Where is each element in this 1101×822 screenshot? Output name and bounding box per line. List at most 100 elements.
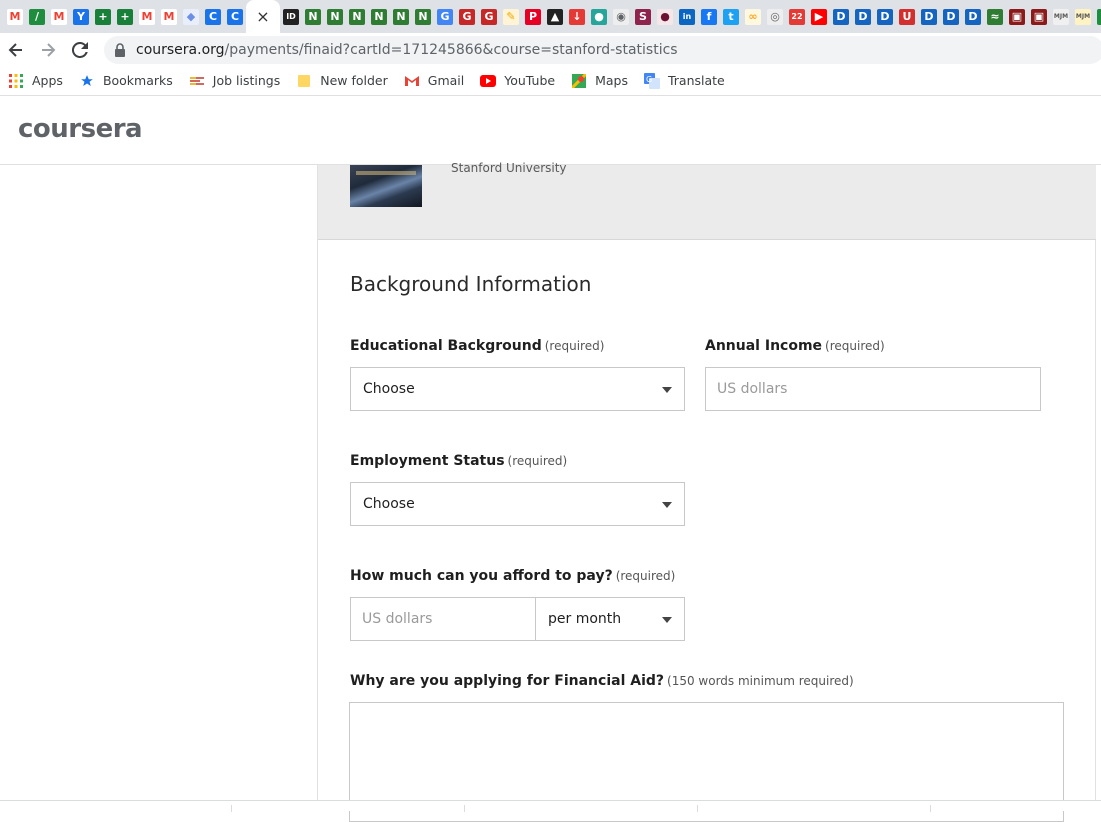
- bookmark-label: Maps: [595, 73, 628, 88]
- income-label: Annual Income (required): [705, 338, 885, 354]
- afford-label: How much can you afford to pay? (required…: [350, 568, 675, 584]
- browser-tab[interactable]: D: [852, 3, 874, 31]
- browser-tab[interactable]: ◎: [764, 3, 786, 31]
- employment-label: Employment Status (required): [350, 453, 567, 469]
- browser-tab[interactable]: ◆: [180, 3, 202, 31]
- address-bar[interactable]: coursera.org/payments/finaid?cartId=1712…: [104, 36, 1101, 64]
- browser-tab[interactable]: D: [874, 3, 896, 31]
- browser-tab[interactable]: M: [158, 3, 180, 31]
- browser-tab[interactable]: N: [324, 3, 346, 31]
- why-label: Why are you applying for Financial Aid?(…: [350, 673, 854, 689]
- afford-amount-input[interactable]: US dollars: [350, 597, 536, 641]
- browser-tab[interactable]: P: [522, 3, 544, 31]
- browser-tab[interactable]: N: [412, 3, 434, 31]
- bookmark-gmail[interactable]: Gmail: [404, 73, 464, 89]
- coursera-logo[interactable]: coursera: [18, 114, 143, 144]
- browser-tab[interactable]: /: [26, 3, 48, 31]
- browser-tab[interactable]: f: [698, 3, 720, 31]
- afford-period-select[interactable]: per month: [535, 597, 685, 641]
- browser-tab[interactable]: ●: [654, 3, 676, 31]
- browser-tab[interactable]: N: [390, 3, 412, 31]
- browser-tab[interactable]: M: [136, 3, 158, 31]
- reload-button[interactable]: [64, 33, 96, 66]
- left-sidebar: [0, 165, 318, 811]
- browser-tab[interactable]: D: [830, 3, 852, 31]
- education-select[interactable]: Choose: [350, 367, 685, 411]
- youtube-icon: ▶: [811, 8, 827, 25]
- site-header: coursera: [0, 100, 1101, 165]
- browser-tab[interactable]: ▣: [1006, 3, 1028, 31]
- browser-tab[interactable]: ↓: [566, 3, 588, 31]
- world-icon: ◎: [767, 8, 783, 25]
- browser-tab[interactable]: U: [896, 3, 918, 31]
- browser-tab[interactable]: ID: [280, 3, 302, 31]
- bookmark-new-folder[interactable]: New folder: [296, 73, 388, 89]
- browser-toolbar: coursera.org/payments/finaid?cartId=1712…: [0, 33, 1101, 66]
- bookmark-label: New folder: [320, 73, 388, 88]
- twitter-icon: t: [723, 8, 739, 25]
- bookmark-translate[interactable]: G Translate: [643, 72, 725, 89]
- job-listings-icon: [189, 73, 205, 89]
- browser-tab[interactable]: C: [202, 3, 224, 31]
- bookmark-maps[interactable]: Maps: [571, 73, 628, 89]
- active-tab[interactable]: ×: [246, 0, 280, 33]
- star-icon: [79, 73, 95, 89]
- browser-tab[interactable]: 22: [786, 3, 808, 31]
- browser-tab[interactable]: D: [918, 3, 940, 31]
- browser-tab[interactable]: MJM: [1072, 3, 1094, 31]
- browser-tab[interactable]: ∞: [742, 3, 764, 31]
- browser-tab[interactable]: G: [478, 3, 500, 31]
- browser-tab[interactable]: M: [4, 3, 26, 31]
- browser-tab[interactable]: ◉: [610, 3, 632, 31]
- apps-grid-icon: [8, 73, 24, 89]
- dot-maroon-icon: ●: [657, 8, 673, 25]
- bookmark-apps[interactable]: Apps: [8, 73, 63, 89]
- browser-tab[interactable]: +: [114, 3, 136, 31]
- close-icon[interactable]: ×: [256, 7, 269, 26]
- id-icon: ID: [283, 8, 299, 25]
- income-label-text: Annual Income: [705, 338, 823, 354]
- employment-select[interactable]: Choose: [350, 482, 685, 526]
- browser-tab[interactable]: N: [368, 3, 390, 31]
- browser-tab[interactable]: ▣: [1028, 3, 1050, 31]
- mjm-icon: MJM: [1075, 8, 1091, 25]
- browser-tab[interactable]: MJM: [1050, 3, 1072, 31]
- bookmark-label: Gmail: [427, 73, 465, 88]
- browser-tab[interactable]: G: [434, 3, 456, 31]
- browser-tab[interactable]: +: [92, 3, 114, 31]
- browser-tab[interactable]: Y: [70, 3, 92, 31]
- education-label-text: Educational Background: [350, 338, 542, 354]
- browser-tab[interactable]: ✎: [500, 3, 522, 31]
- browser-tab[interactable]: D: [962, 3, 984, 31]
- pencil-icon: ✎: [503, 8, 519, 25]
- n-green-icon: N: [305, 8, 321, 25]
- browser-tab[interactable]: N: [302, 3, 324, 31]
- browser-tab[interactable]: ▶: [808, 3, 830, 31]
- bookmark-bookmarks[interactable]: Bookmarks: [79, 73, 173, 89]
- browser-tab[interactable]: S: [632, 3, 654, 31]
- browser-tab[interactable]: !: [1094, 3, 1101, 31]
- browser-tab[interactable]: M: [48, 3, 70, 31]
- annual-income-input[interactable]: US dollars: [705, 367, 1041, 411]
- n-green-icon: N: [327, 8, 343, 25]
- alert-green-icon: !: [1097, 8, 1101, 25]
- browser-tab[interactable]: ●: [588, 3, 610, 31]
- browser-tab[interactable]: G: [456, 3, 478, 31]
- forward-button[interactable]: [32, 33, 64, 66]
- chat-icon: ●: [591, 8, 607, 25]
- browser-tab[interactable]: in: [676, 3, 698, 31]
- browser-tab[interactable]: N: [346, 3, 368, 31]
- download-icon: ↓: [569, 8, 585, 25]
- pen-icon: /: [29, 8, 45, 25]
- browser-tab[interactable]: ≈: [984, 3, 1006, 31]
- browser-tab[interactable]: ▲: [544, 3, 566, 31]
- bookmark-label: Bookmarks: [102, 73, 173, 88]
- back-button[interactable]: [0, 33, 32, 66]
- browser-tab[interactable]: t: [720, 3, 742, 31]
- browser-tab[interactable]: D: [940, 3, 962, 31]
- bookmark-job-listings[interactable]: Job listings: [189, 73, 280, 89]
- education-select-value: Choose: [363, 381, 415, 397]
- d-blue-icon: D: [943, 8, 959, 25]
- browser-tab[interactable]: C: [224, 3, 246, 31]
- bookmark-youtube[interactable]: YouTube: [480, 73, 555, 89]
